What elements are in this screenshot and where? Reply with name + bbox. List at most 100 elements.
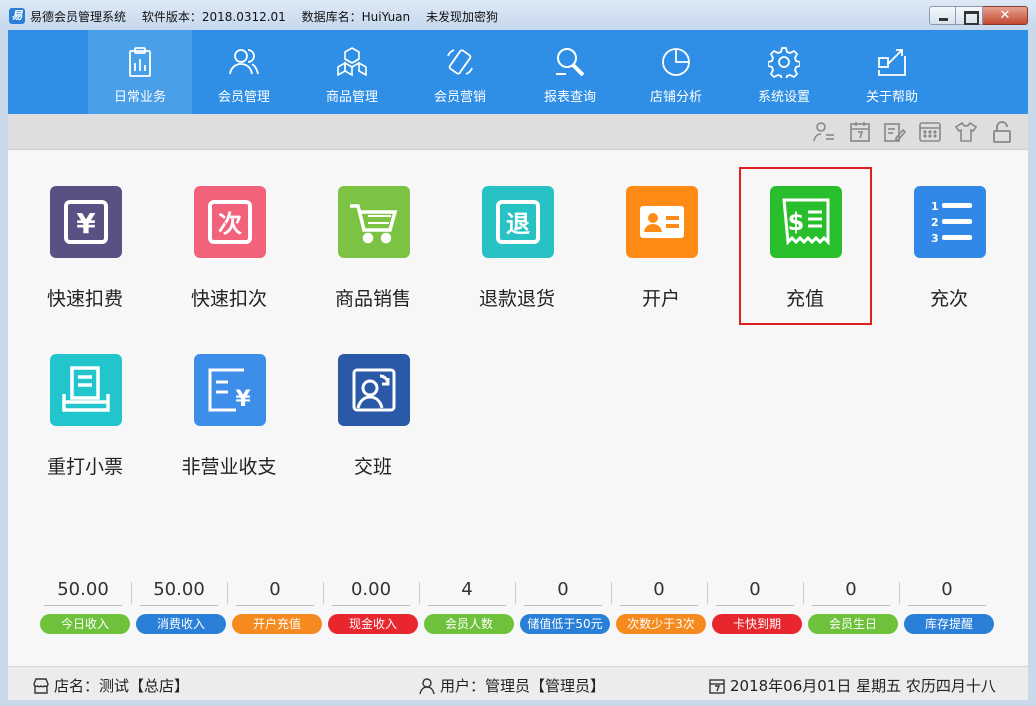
stat-low-count: 0 次数少于3次 — [616, 576, 708, 636]
stat-cash-income: 0.00 现金收入 — [328, 576, 420, 636]
stat-value: 4 — [428, 578, 506, 606]
calendar-icon[interactable] — [848, 120, 872, 144]
stat-badge[interactable]: 会员人数 — [424, 614, 514, 634]
edit-note-icon[interactable] — [882, 120, 906, 144]
stat-badge[interactable]: 今日收入 — [40, 614, 130, 634]
maximize-button[interactable] — [956, 6, 983, 25]
stat-low-balance: 0 储值低于50元 — [520, 576, 612, 636]
calculator-icon[interactable] — [918, 120, 942, 144]
tile-label: 重打小票 — [46, 456, 123, 478]
stat-badge[interactable]: 会员生日 — [808, 614, 898, 634]
count-box-icon: 次 — [194, 186, 266, 258]
receipt-printer-icon — [50, 354, 122, 426]
svg-text:¥: ¥ — [76, 207, 96, 240]
svg-text:退: 退 — [506, 210, 530, 238]
nav-system-settings[interactable]: 系统设置 — [732, 30, 836, 114]
yen-box-icon: ¥ — [50, 186, 122, 258]
user-list-icon[interactable] — [812, 120, 836, 144]
stat-open-recharge: 0 开户充值 — [232, 576, 324, 636]
stat-value: 0 — [716, 578, 794, 606]
dongle-status: 未发现加密狗 — [425, 10, 498, 24]
quick-toolbar — [8, 114, 1028, 150]
stat-value: 0 — [908, 578, 986, 606]
stat-member-birthday: 0 会员生日 — [808, 576, 900, 636]
user-info: 用户：管理员【管理员】 — [418, 675, 605, 696]
current-date: 2018年06月01日 星期五 农历四月十八 — [730, 677, 996, 695]
nav-label: 商品管理 — [325, 90, 378, 105]
help-flag-icon — [878, 49, 906, 76]
nav-product-management[interactable]: 商品管理 — [300, 30, 404, 114]
tile-open-account[interactable]: 开户 — [596, 150, 726, 310]
tile-quick-charge[interactable]: ¥ 快速扣费 — [20, 150, 150, 310]
members-icon — [229, 49, 259, 75]
nav-store-analysis[interactable]: 店铺分析 — [624, 30, 728, 114]
nav-member-management[interactable]: 会员管理 — [192, 30, 296, 114]
calendar-icon — [709, 678, 725, 694]
stat-badge[interactable]: 储值低于50元 — [520, 614, 610, 634]
user-name: 用户：管理员【管理员】 — [440, 677, 606, 695]
app-logo-icon: 易 — [9, 8, 25, 24]
stat-badge[interactable]: 库存提醒 — [904, 614, 994, 634]
nav-about-help[interactable]: 关于帮助 — [840, 30, 944, 114]
status-bar: 店名：测试【总店】 用户：管理员【管理员】 2018年06月01日 星期五 农历… — [8, 666, 1028, 700]
tile-label: 开户 — [641, 288, 680, 310]
stat-value: 50.00 — [44, 578, 122, 606]
stat-badge[interactable]: 现金收入 — [328, 614, 418, 634]
tile-label: 充次 — [929, 288, 968, 310]
nav-daily-business[interactable]: 日常业务 — [88, 30, 192, 114]
phone-tilt-icon — [447, 49, 473, 75]
window-controls — [929, 6, 1028, 26]
svg-text:3: 3 — [931, 232, 939, 245]
svg-text:¥: ¥ — [235, 387, 251, 412]
tile-quick-deduct-count[interactable]: 次 快速扣次 — [164, 150, 294, 310]
stat-today-income: 50.00 今日收入 — [40, 576, 132, 636]
stat-badge[interactable]: 次数少于3次 — [616, 614, 706, 634]
stat-value: 0 — [812, 578, 890, 606]
stat-card-expiring: 0 卡快到期 — [712, 576, 804, 636]
tile-label: 退款退货 — [478, 288, 555, 310]
tile-recharge-count[interactable]: 1 2 3 充次 — [884, 150, 1014, 310]
tile-label: 快速扣费 — [46, 288, 123, 310]
tile-product-sales[interactable]: 商品销售 — [308, 150, 438, 310]
stat-badge[interactable]: 消费收入 — [136, 614, 226, 634]
nav-label: 关于帮助 — [865, 90, 918, 105]
nav-label: 报表查询 — [543, 90, 596, 105]
clipboard-chart-icon — [129, 47, 151, 77]
nav-label: 会员营销 — [433, 90, 486, 105]
function-panel: ¥ 快速扣费 次 快速扣次 商品销售 退 退款退货 开户 $ 充值 12 3 充… — [8, 150, 1028, 666]
window-title: 易德会员管理系统 软件版本：2018.0312.01 数据库名：HuiYuan … — [30, 8, 510, 25]
lock-icon[interactable] — [990, 120, 1014, 144]
stat-value: 0 — [524, 578, 602, 606]
stat-value: 0.00 — [332, 578, 410, 606]
id-card-icon — [626, 186, 698, 258]
stat-member-count: 4 会员人数 — [424, 576, 516, 636]
nav-member-marketing[interactable]: 会员营销 — [408, 30, 512, 114]
svg-text:次: 次 — [218, 210, 242, 238]
expense-yen-icon: ¥ — [194, 354, 266, 426]
title-bar: 易 易德会员管理系统 软件版本：2018.0312.01 数据库名：HuiYua… — [0, 0, 1036, 30]
tile-label: 交班 — [353, 456, 392, 478]
nav-label: 日常业务 — [113, 90, 166, 105]
report-search-icon — [556, 48, 585, 77]
cubes-icon — [337, 47, 367, 77]
shirt-icon[interactable] — [954, 120, 978, 144]
date-info: 2018年06月01日 星期五 农历四月十八 — [708, 675, 996, 696]
store-info: 店名：测试【总店】 — [32, 675, 189, 696]
nav-label: 系统设置 — [757, 90, 810, 105]
main-nav: 日常业务 会员管理 商品管理 会员营销 报表查询 店铺分析 系统设置 关于帮助 — [8, 30, 1028, 114]
tile-label: 非营业收支 — [181, 456, 277, 478]
stat-badge[interactable]: 卡快到期 — [712, 614, 802, 634]
tile-reprint-receipt[interactable]: 重打小票 — [20, 318, 150, 478]
tile-shift-handover[interactable]: 交班 — [308, 318, 438, 478]
gear-icon — [768, 47, 800, 78]
nav-label: 会员管理 — [217, 90, 270, 105]
close-button[interactable] — [983, 6, 1028, 25]
tile-refund-return[interactable]: 退 退款退货 — [452, 150, 582, 310]
stat-badge[interactable]: 开户充值 — [232, 614, 322, 634]
minimize-button[interactable] — [929, 6, 956, 25]
tile-non-operating-income-expense[interactable]: ¥ 非营业收支 — [164, 318, 294, 478]
nav-label: 店铺分析 — [649, 90, 702, 105]
version-text: 软件版本：2018.0312.01 — [141, 10, 286, 24]
stat-value: 50.00 — [140, 578, 218, 606]
nav-report-query[interactable]: 报表查询 — [518, 30, 622, 114]
